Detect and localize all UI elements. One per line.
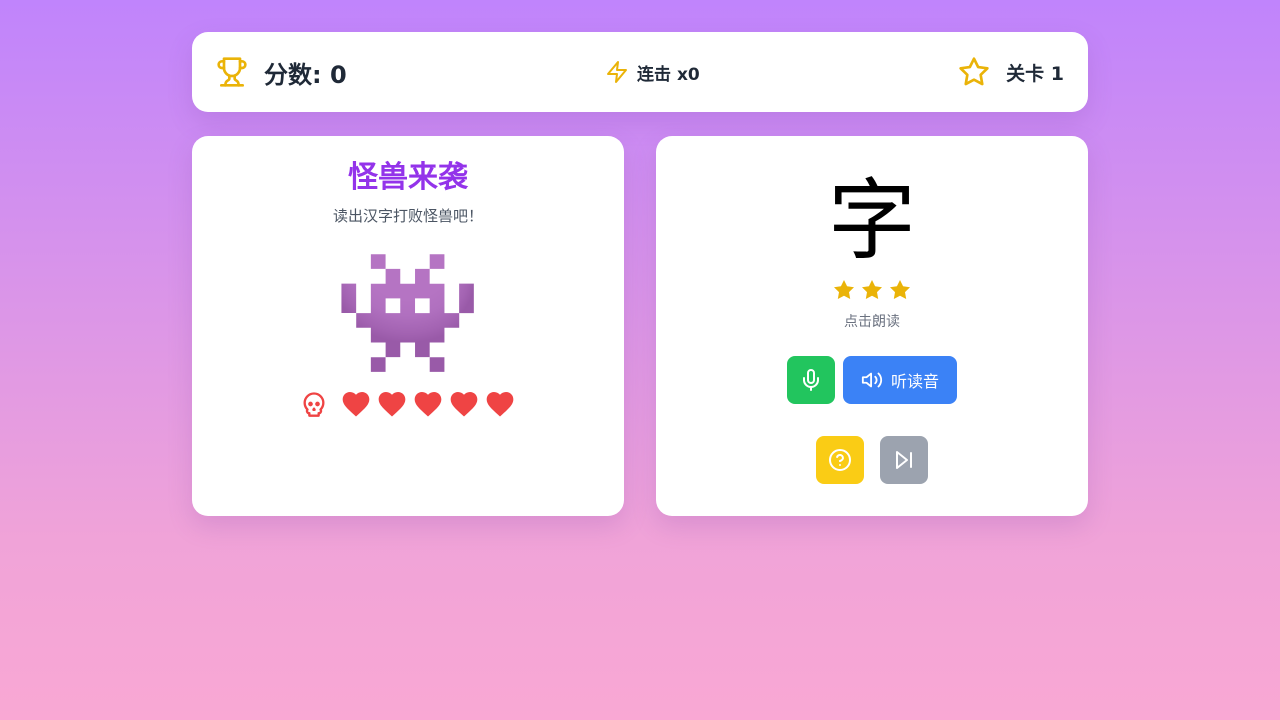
trophy-icon — [216, 56, 248, 88]
target-character: 字 — [827, 169, 916, 272]
star-filled-icon — [832, 278, 856, 302]
enemy-description: 读出汉字打败怪兽吧！ — [332, 207, 483, 225]
heart-icon — [340, 388, 372, 420]
challenge-card: 字 点击朗读 听读音 — [656, 136, 1088, 516]
level-display: 关卡 1 — [958, 56, 1064, 88]
record-button[interactable] — [787, 356, 835, 404]
heart-icon — [376, 388, 408, 420]
enemy-health-bar — [192, 388, 624, 420]
combo-label: 连击 x0 — [637, 64, 700, 85]
enemy-card: 怪兽来袭 读出汉字打败怪兽吧！ 👾 — [192, 136, 624, 516]
level-label: 关卡 1 — [1006, 62, 1064, 85]
hint-text: 点击朗读 — [844, 314, 900, 330]
skip-forward-icon — [892, 448, 916, 472]
heart-icon — [484, 388, 516, 420]
status-bar: 分数: 0 连击 x0 关卡 1 — [192, 32, 1088, 112]
hearts-container — [340, 388, 516, 420]
help-button[interactable] — [816, 436, 864, 484]
lightning-icon — [605, 60, 629, 84]
skull-icon — [300, 390, 328, 418]
heart-icon — [412, 388, 444, 420]
skip-button[interactable] — [880, 436, 928, 484]
combo-display: 连击 x0 — [605, 60, 700, 85]
enemy-sprite: 👾 — [333, 244, 483, 383]
star-filled-icon — [860, 278, 884, 302]
play-button-label: 听读音 — [890, 372, 939, 391]
score-display: 分数: 0 — [216, 55, 347, 90]
enemy-name: 怪兽来袭 — [348, 160, 468, 195]
difficulty-stars — [656, 278, 1088, 302]
heart-icon — [448, 388, 480, 420]
score-label: 分数: 0 — [264, 60, 347, 89]
play-pronunciation-button[interactable]: 听读音 — [843, 356, 957, 404]
microphone-icon — [799, 368, 823, 392]
star-filled-icon — [888, 278, 912, 302]
speaker-icon — [861, 369, 883, 391]
star-outline-icon — [958, 56, 990, 88]
help-circle-icon — [828, 448, 852, 472]
